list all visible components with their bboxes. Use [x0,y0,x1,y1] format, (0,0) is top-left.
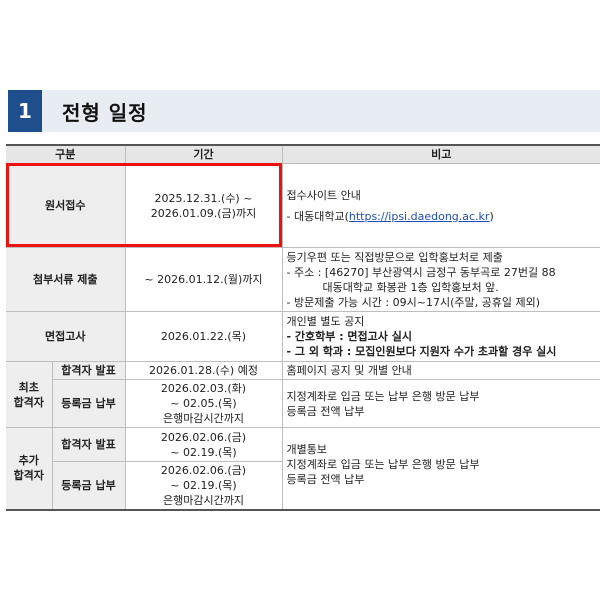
section-title: 전형 일정 [62,100,148,125]
header-category: 구분 [6,144,126,164]
note-first-announce: 홈페이지 공지 및 개별 안내 [281,361,600,380]
period-line: 2026.02.03.(화) [160,382,247,395]
period-additional-payment: 2026.02.06.(금) ~ 02.19.(목) 은행마감시간까지 [124,461,282,510]
note-line: - 그 외 학과 : 모집인원보다 지원자 수가 초과할 경우 실시 [286,345,557,358]
note-line: - 대동대학교(https://ipsi.daedong.ac.kr) [287,209,599,224]
row-label-first-payment: 등록금 납부 [52,379,126,428]
header-period: 기간 [124,144,283,164]
period-first-payment: 2026.02.03.(화) ~ 02.05.(목) 은행마감시간까지 [124,379,283,428]
row-label-additional-payment: 등록금 납부 [52,461,126,510]
note-application: 접수사이트 안내 - 대동대학교(https://ipsi.daedong.ac… [281,163,600,248]
note-line: - 간호학부 : 면접고사 실시 [286,330,412,343]
row-label-interview: 면접고사 [6,311,126,362]
note-line: 등기우편 또는 직접방문으로 입학홍보처로 제출 [286,250,503,264]
note-line: 개인별 별도 공지 [286,315,365,328]
header-note: 비고 [281,144,600,164]
period-line: ~ 02.05.(목) [170,397,237,410]
period-line: 은행마감시간까지 [163,493,244,507]
group-label-first: 최초 합격자 [6,361,53,428]
period-line: 은행마감시간까지 [163,412,244,425]
table-row: 면접고사 2026.01.22.(목) 개인별 별도 공지 - 간호학부 : 면… [6,311,600,362]
note-line: 지정계좌로 입금 또는 납부 은행 방문 납부 [286,458,480,471]
note-text: - 대동대학교( [286,209,349,223]
note-line: - 주소 : [46270] 부산광역시 금정구 동부곡로 27번길 88 [286,265,556,279]
row-label-first-announce: 합격자 발표 [51,361,126,380]
note-line: 개별통보 [286,443,327,456]
period-documents: ~ 2026.01.12.(월)까지 [124,247,283,312]
period-line: ~ 02.19.(목) [170,445,237,459]
row-label-documents: 첨부서류 제출 [6,247,126,312]
application-site-link[interactable]: https://ipsi.daedong.ac.kr [349,210,490,223]
note-additional: 개별통보 지정계좌로 입금 또는 납부 은행 방문 납부 등록금 전액 납부 [281,427,600,510]
note-interview: 개인별 별도 공지 - 간호학부 : 면접고사 실시 - 그 외 학과 : 모집… [281,311,600,362]
note-line: 등록금 전액 납부 [286,473,365,486]
note-line: 등록금 전액 납부 [286,404,365,418]
period-line: 2026.02.06.(금) [160,430,247,444]
note-documents: 등기우편 또는 직접방문으로 입학홍보처로 제출 - 주소 : [46270] … [281,247,600,312]
row-label-additional-announce: 합격자 발표 [51,427,126,462]
table-row: 첨부서류 제출 ~ 2026.01.12.(월)까지 등기우편 또는 직접방문으… [6,247,600,312]
period-line: 2026.02.06.(금) [160,463,247,477]
period-additional-announce: 2026.02.06.(금) ~ 02.19.(목) [124,427,283,462]
period-interview: 2026.01.22.(목) [124,311,283,362]
period-first-announce: 2026.01.28.(수) 예정 [124,361,283,380]
note-line: 접수사이트 안내 [286,188,361,202]
table-row: 등록금 납부 2026.02.03.(화) ~ 02.05.(목) 은행마감시간… [6,379,600,428]
table-row: 최초 합격자 합격자 발표 2026.01.28.(수) 예정 홈페이지 공지 … [6,361,600,428]
section-number: 1 [8,90,42,132]
note-text: ) [489,209,494,223]
highlight-box [6,163,282,247]
table-header-row: 구분 기간 비고 [6,144,600,164]
period-line: ~ 02.19.(목) [170,478,237,492]
table-row: 추가 합격자 합격자 발표 2026.02.06.(금) ~ 02.19.(목)… [6,427,600,510]
note-line: 대동대학교 화봉관 1층 입학홍보처 앞. [322,280,499,294]
group-label-additional: 추가 합격자 [6,427,53,510]
note-first-payment: 지정계좌로 입금 또는 납부 은행 방문 납부 등록금 전액 납부 [281,379,600,428]
note-line: 지정계좌로 입금 또는 납부 은행 방문 납부 [286,389,480,403]
note-line: - 방문제출 가능 시간 : 09시~17시(주말, 공휴일 제외) [286,295,540,309]
